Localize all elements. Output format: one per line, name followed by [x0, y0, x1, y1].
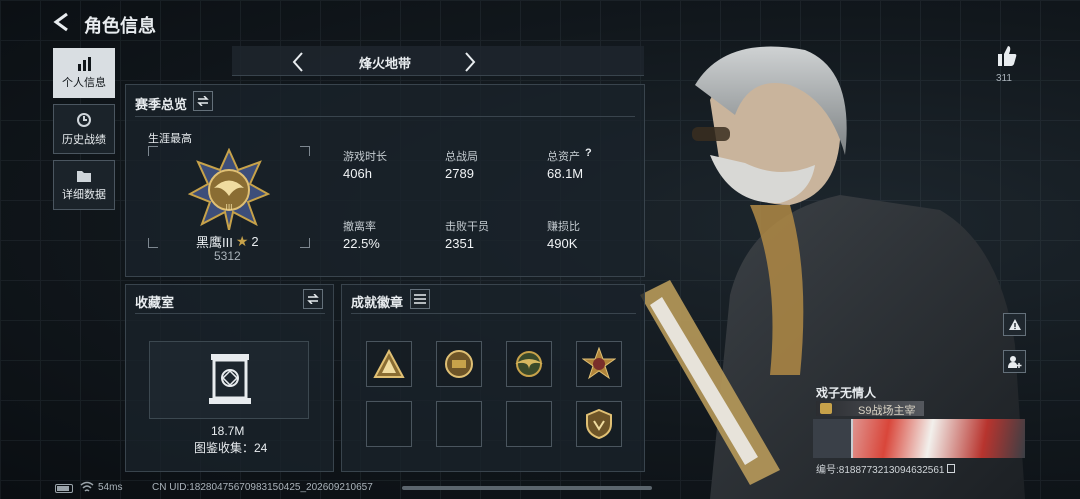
tab-label: 详细数据 — [62, 188, 106, 201]
frame-corner — [300, 146, 310, 156]
collection-value: 18.7M — [211, 424, 245, 438]
stat-label: 游戏时长 — [343, 151, 387, 163]
achievement-badge-slot-empty[interactable] — [436, 401, 482, 447]
battery-icon — [55, 484, 73, 493]
page-title: 角色信息 — [84, 16, 156, 36]
stat-value: 68.1M — [547, 166, 584, 181]
shield-emblem-icon — [586, 409, 612, 439]
warning-icon — [1008, 319, 1021, 330]
achievements-title: 成就徽章 — [351, 295, 404, 310]
rank-points: 5312 — [214, 249, 241, 263]
stat-value: 2789 — [445, 166, 474, 181]
stat-label: 总战局 — [445, 151, 478, 163]
uid-text: CN UID:18280475670983150425_202609210657 — [152, 482, 373, 493]
achievement-badge-slot[interactable] — [436, 341, 482, 387]
tab-label: 历史战绩 — [62, 133, 106, 146]
stat-value: 2351 — [445, 236, 474, 251]
rank-stars: 2 — [251, 234, 259, 249]
wing-emblem-icon — [515, 351, 543, 377]
stat-value: 406h — [343, 166, 372, 181]
star-emblem-icon — [582, 347, 616, 380]
triangle-emblem-icon — [373, 349, 405, 378]
list-icon — [414, 294, 426, 304]
thumbs-up-icon[interactable] — [996, 45, 1018, 67]
stat-label: 赚损比 — [547, 221, 580, 233]
chevron-right-icon[interactable] — [462, 51, 478, 73]
frame-corner — [148, 238, 158, 248]
achievement-badge-slot-empty[interactable] — [506, 401, 552, 447]
ping-text: 54ms — [98, 482, 123, 493]
like-count: 311 — [996, 73, 1012, 84]
achievement-badge-slot[interactable] — [576, 341, 622, 387]
round-emblem-icon — [445, 350, 473, 378]
tab-match-history[interactable]: 历史战绩 — [53, 104, 115, 154]
scroll-indicator[interactable] — [402, 486, 652, 490]
stat-label: 总资产 — [547, 151, 580, 163]
swap-icon — [197, 96, 209, 106]
title-badge-icon — [820, 403, 832, 414]
collection-title: 收藏室 — [135, 295, 175, 310]
achievement-badge-slot[interactable] — [366, 341, 412, 387]
clock-icon — [77, 112, 91, 127]
frame-corner — [300, 238, 310, 248]
player-name: 戏子无情人 — [816, 386, 877, 400]
divider — [351, 313, 636, 314]
folder-icon — [77, 170, 91, 182]
star-icon: ★ — [235, 233, 249, 249]
player-id: 编号:8188773213094632561 — [816, 465, 945, 476]
season-switch-button[interactable] — [193, 91, 213, 111]
display-case-icon — [209, 354, 251, 404]
svg-text:III: III — [225, 203, 232, 212]
add-friend-button[interactable] — [1003, 350, 1026, 373]
achievements-list-button[interactable] — [410, 289, 430, 309]
chevron-left-icon[interactable] — [290, 51, 306, 73]
title-badge: S9战场主宰 — [816, 401, 924, 417]
stat-value: 490K — [547, 236, 578, 251]
bar-chart-icon — [78, 56, 91, 71]
banner-thumbnail — [813, 419, 853, 458]
season-title: 赛季总览 — [135, 97, 188, 112]
title-badge-text: S9战场主宰 — [858, 405, 916, 417]
stat-value: 22.5% — [343, 236, 380, 251]
player-id-line: 编号:8188773213094632561 — [816, 461, 956, 476]
frame-corner — [148, 146, 158, 156]
report-button[interactable] — [1003, 313, 1026, 336]
stat-label: 击败干员 — [445, 221, 489, 233]
wifi-icon — [80, 481, 94, 492]
collection-switch-button[interactable] — [303, 289, 323, 309]
achievement-badge-slot[interactable] — [506, 341, 552, 387]
add-user-icon — [1007, 355, 1021, 368]
rank-emblem-icon: III — [188, 148, 270, 230]
achievement-badge-slot-empty[interactable] — [366, 401, 412, 447]
swap-icon — [307, 294, 319, 304]
divider — [135, 313, 325, 314]
divider — [135, 116, 635, 117]
mode-label: 烽火地带 — [358, 56, 411, 71]
player-banner-image — [813, 419, 1025, 458]
copy-icon[interactable] — [947, 464, 956, 473]
stat-label: 撤离率 — [343, 221, 376, 233]
collection-count: 图鉴收集：24 — [194, 441, 268, 455]
tab-personal-info[interactable]: 个人信息 — [53, 48, 115, 98]
career-best-label: 生涯最高 — [148, 133, 192, 145]
achievement-badge-slot[interactable] — [576, 401, 622, 447]
tab-label: 个人信息 — [62, 76, 106, 89]
help-icon[interactable]: ? — [585, 147, 592, 159]
back-arrow-icon[interactable] — [52, 12, 72, 32]
tab-detailed-data[interactable]: 详细数据 — [53, 160, 115, 210]
